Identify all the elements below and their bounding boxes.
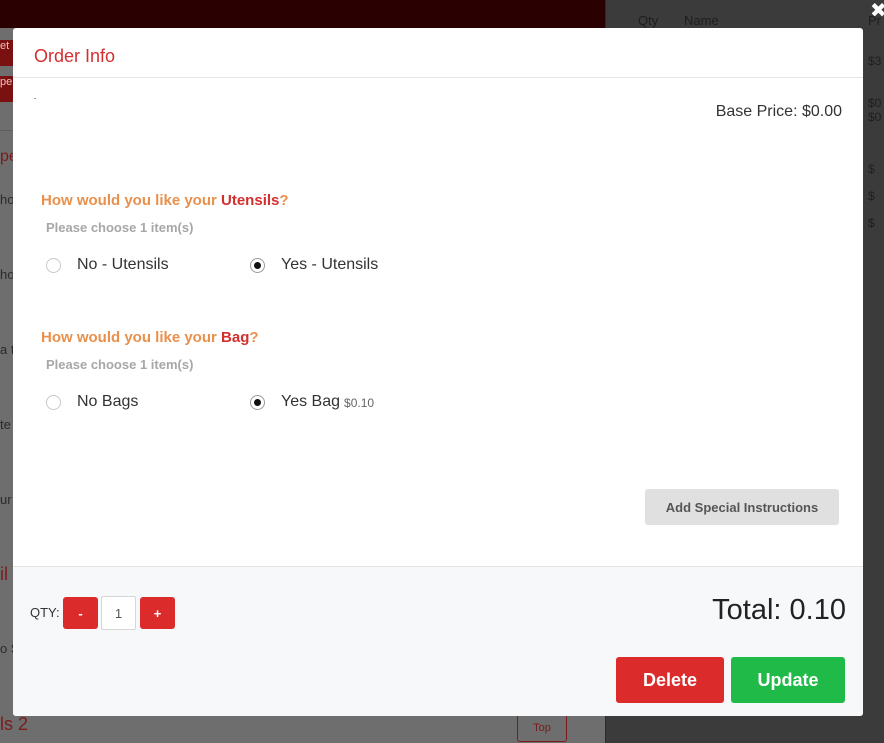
option-yes-bag[interactable]: Yes Bag $0.10 — [250, 393, 374, 411]
choose-hint: Please choose 1 item(s) — [46, 357, 194, 372]
option-label: Yes - Utensils — [281, 256, 379, 273]
option-price: $0.10 — [344, 396, 375, 410]
question-prefix: How would you like your — [41, 329, 222, 346]
option-no-bags[interactable]: No Bags — [46, 393, 138, 411]
background-menu-item: o S — [0, 641, 14, 656]
radio-button[interactable] — [46, 257, 61, 273]
cart-qty-header: Qty — [638, 13, 659, 28]
radio-button[interactable] — [46, 394, 61, 410]
background-menu-item: ho — [0, 267, 14, 282]
question-suffix: ? — [279, 192, 289, 209]
choose-hint: Please choose 1 item(s) — [46, 220, 194, 235]
question-item: Utensils — [221, 192, 280, 209]
background-menu-item: ho — [0, 192, 14, 207]
background-menu-item: pe — [0, 148, 14, 165]
option-label: No - Utensils — [77, 256, 169, 273]
question-bag: How would you like your Bag? — [41, 329, 259, 346]
add-special-instructions-button[interactable]: Add Special Instructions — [645, 489, 839, 525]
background-menu-item: te — [0, 417, 11, 432]
modal-header: Order Info — [13, 28, 863, 78]
close-icon[interactable]: ✖ — [870, 0, 884, 23]
order-info-modal: Order Info Base Price: $0.00 How would y… — [13, 28, 863, 716]
radio-button-checked[interactable] — [250, 394, 265, 410]
background-header-bar — [0, 0, 605, 28]
cart-price: $3 — [868, 54, 882, 68]
base-price: Base Price: $0.00 — [715, 103, 842, 120]
qty-decrease-button[interactable]: - — [63, 597, 98, 629]
order-total: Total: 0.10 — [712, 594, 846, 626]
cart-price: $ — [868, 189, 875, 203]
question-item: Bag — [221, 329, 250, 346]
question-suffix: ? — [249, 329, 259, 346]
cart-price: $ — [868, 216, 875, 230]
modal-title: Order Info — [34, 46, 116, 66]
item-image-placeholder — [34, 98, 36, 99]
cart-price: $0 — [868, 96, 882, 110]
qty-label: QTY: — [30, 605, 60, 620]
option-label: Yes Bag — [281, 393, 341, 410]
cart-price: $0 — [868, 110, 882, 124]
update-button[interactable]: Update — [731, 657, 845, 703]
option-yes-utensils[interactable]: Yes - Utensils — [250, 256, 378, 274]
option-no-utensils[interactable]: No - Utensils — [46, 256, 169, 274]
qty-input[interactable] — [101, 596, 136, 630]
background-menu-item: ur — [0, 492, 12, 507]
delete-button[interactable]: Delete — [616, 657, 724, 703]
radio-button-checked[interactable] — [250, 257, 265, 273]
background-menu-item: a t — [0, 342, 14, 357]
qty-increase-button[interactable]: + — [140, 597, 175, 629]
option-label: No Bags — [77, 393, 139, 410]
background-tab: et — [0, 40, 14, 66]
background-section-title: ls 2 — [0, 714, 29, 734]
background-tab: pe — [0, 76, 14, 102]
background-top-button: Top — [517, 714, 567, 742]
cart-price: $ — [868, 162, 875, 176]
cart-name-header: Name — [684, 13, 719, 28]
question-utensils: How would you like your Utensils? — [41, 192, 289, 209]
modal-footer: QTY: - + Total: 0.10 Delete Update — [13, 566, 863, 716]
question-prefix: How would you like your — [41, 192, 222, 209]
